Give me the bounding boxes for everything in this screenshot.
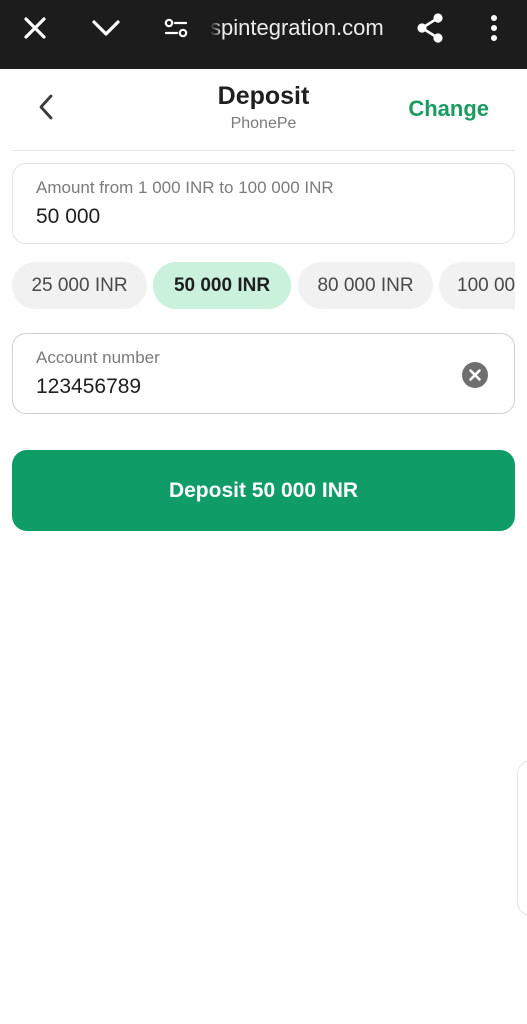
floating-edge-tab[interactable]: [517, 760, 527, 916]
share-icon[interactable]: [410, 0, 450, 56]
amount-field[interactable]: Amount from 1 000 INR to 100 000 INR 50 …: [12, 163, 515, 244]
url-text[interactable]: spintegration.com: [210, 13, 400, 43]
amount-label: Amount from 1 000 INR to 100 000 INR: [36, 178, 334, 197]
amount-chip-100000[interactable]: 100 000 INR: [439, 262, 515, 309]
header-divider: [12, 150, 515, 151]
account-number-field[interactable]: Account number 123456789: [12, 333, 515, 414]
deposit-button[interactable]: Deposit 50 000 INR: [12, 450, 515, 531]
browser-toolbar: spintegration.com: [0, 0, 527, 69]
change-method-link[interactable]: Change: [408, 96, 489, 122]
tune-icon[interactable]: [156, 0, 196, 56]
account-number-input[interactable]: 123456789: [36, 375, 436, 399]
quick-amount-chips: 25 000 INR 50 000 INR 80 000 INR 100 000…: [12, 262, 515, 310]
amount-chip-25000[interactable]: 25 000 INR: [12, 262, 147, 309]
amount-chip-50000[interactable]: 50 000 INR: [153, 262, 291, 309]
amount-input[interactable]: 50 000: [36, 205, 436, 229]
chevron-down-icon[interactable]: [84, 0, 128, 56]
amount-chip-80000[interactable]: 80 000 INR: [298, 262, 433, 309]
account-number-label: Account number: [36, 348, 160, 367]
more-vert-icon[interactable]: [474, 0, 514, 56]
page-header: Deposit PhonePe Change: [0, 69, 527, 151]
close-icon[interactable]: [14, 0, 56, 56]
clear-icon[interactable]: [462, 362, 488, 388]
url-fade: [210, 10, 222, 46]
